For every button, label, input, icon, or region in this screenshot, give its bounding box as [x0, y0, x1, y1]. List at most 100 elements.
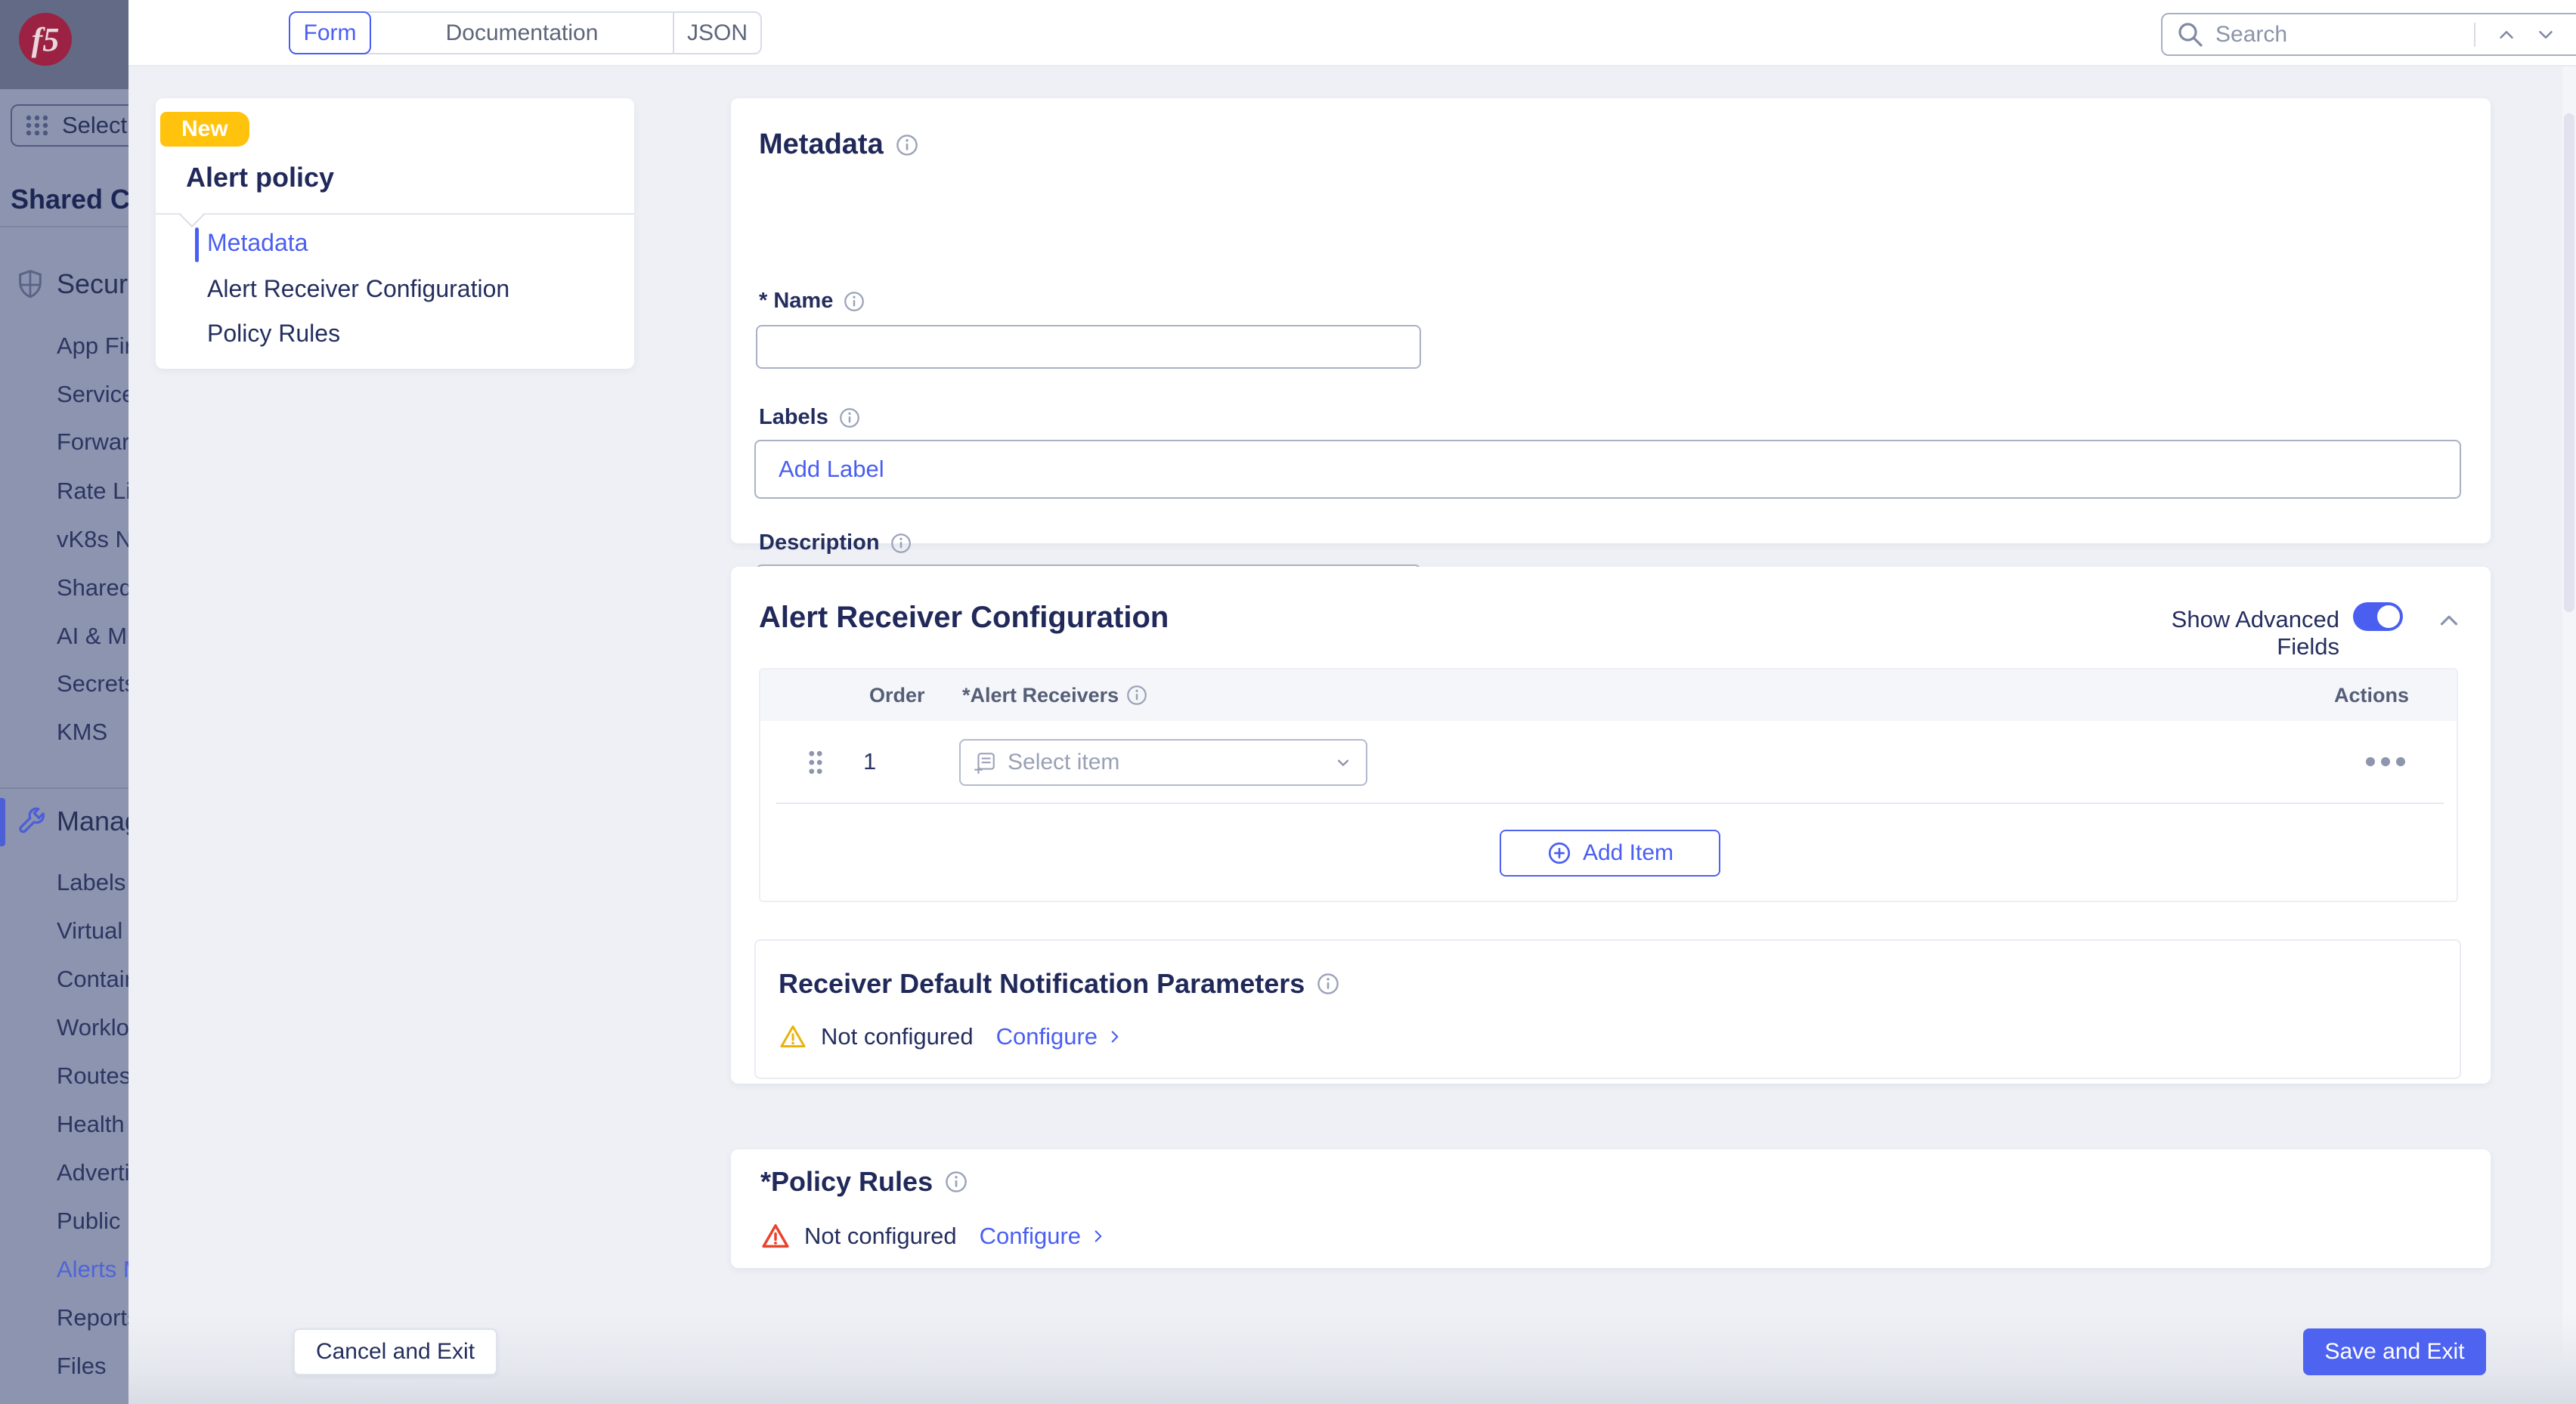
sidebar-section-manage[interactable]: Manag	[57, 806, 128, 837]
policy-rules-status: Not configured	[804, 1223, 957, 1250]
chevron-right-icon	[1105, 1027, 1125, 1047]
search-divider	[2474, 23, 2475, 47]
info-icon[interactable]	[890, 533, 912, 554]
sidebar-item-shared[interactable]: Shared	[57, 574, 128, 601]
drag-handle-icon[interactable]	[806, 748, 825, 777]
modal-top-bar: Form Documentation JSON	[128, 0, 2576, 66]
shield-icon	[15, 268, 45, 302]
sidebar-item-ai-ml[interactable]: AI & ML	[57, 623, 128, 650]
sidebar-item-service[interactable]: Service	[57, 381, 128, 408]
policy-rules-section: *Policy Rules Not configured Configure	[731, 1149, 2491, 1268]
order-column-header: Order	[869, 670, 925, 721]
search-close-icon[interactable]	[2569, 19, 2576, 51]
scrollbar-thumb[interactable]	[2564, 113, 2574, 612]
error-icon	[760, 1221, 791, 1251]
tab-form[interactable]: Form	[289, 11, 371, 54]
search-input[interactable]	[2214, 21, 2459, 48]
receiver-defaults-card: Receiver Default Notification Parameters…	[754, 939, 2461, 1079]
wizard-step-alert-receiver-configuration[interactable]: Alert Receiver Configuration	[207, 275, 509, 303]
sidebar-item-forwarding[interactable]: Forwar	[57, 428, 128, 456]
chevron-right-icon	[1088, 1226, 1108, 1246]
row-order-value: 1	[863, 748, 876, 775]
logo-block: f5	[0, 0, 128, 89]
view-tabs: Form Documentation JSON	[289, 11, 762, 54]
labels-box: Add Label	[754, 440, 2461, 499]
wizard-nav-card: New Alert policy Metadata Alert Receiver…	[156, 98, 634, 369]
search-prev-icon[interactable]	[2491, 19, 2522, 51]
f5-logo-icon[interactable]: f5	[19, 13, 72, 66]
sidebar-item-vk8s[interactable]: vK8s N	[57, 526, 128, 553]
info-icon[interactable]	[1317, 973, 1339, 995]
policy-rules-title: *Policy Rules	[760, 1166, 933, 1198]
info-icon[interactable]	[844, 291, 865, 312]
receivers-table-header: Order *Alert Receivers Actions	[760, 670, 2457, 721]
collapse-section-icon[interactable]	[2435, 606, 2463, 639]
row-actions-menu-icon[interactable]	[2361, 754, 2410, 769]
sidebar-divider	[0, 226, 128, 227]
configure-link-label: Configure	[996, 1023, 1098, 1050]
alert-receivers-column-header: *Alert Receivers	[962, 684, 1119, 707]
metadata-section: Metadata * Name Labels Add Label Descrip…	[731, 98, 2491, 543]
sidebar-item-advertise[interactable]: Adverti	[57, 1159, 128, 1186]
name-label: * Name	[759, 289, 833, 314]
tab-documentation[interactable]: Documentation	[371, 13, 674, 53]
f5-logo-text: f5	[32, 20, 60, 59]
show-advanced-fields-toggle[interactable]	[2353, 602, 2403, 631]
sidebar-item-virtual[interactable]: Virtual	[57, 917, 122, 945]
active-section-indicator	[0, 798, 5, 846]
configure-link-label: Configure	[980, 1223, 1081, 1250]
search-next-icon[interactable]	[2530, 19, 2562, 51]
tab-json[interactable]: JSON	[674, 13, 760, 53]
warning-icon	[779, 1022, 807, 1051]
sidebar-item-public-ip[interactable]: Public I	[57, 1208, 128, 1235]
sidebar-item-routes[interactable]: Routes	[57, 1062, 128, 1090]
receiver-defaults-configure-link[interactable]: Configure	[996, 1023, 1125, 1050]
sidebar-item-app-firewall[interactable]: App Fir	[57, 332, 128, 360]
sidebar-item-secrets[interactable]: Secrets	[57, 670, 128, 697]
save-and-exit-button[interactable]: Save and Exit	[2303, 1328, 2486, 1375]
sidebar-divider	[0, 787, 128, 789]
chevron-down-icon	[1333, 752, 1354, 773]
alert-receiver-select[interactable]: Select item	[959, 739, 1367, 786]
sidebar-item-reports[interactable]: Reports	[57, 1304, 128, 1331]
alert-policy-create-page: f5 Select Shared C Securi App Fir Servic…	[0, 0, 2576, 1404]
select-item-icon	[973, 750, 997, 775]
add-item-label: Add Item	[1583, 840, 1673, 866]
add-item-button[interactable]: Add Item	[1500, 830, 1720, 877]
info-icon[interactable]	[839, 407, 860, 428]
alert-receiver-configuration-section: Alert Receiver Configuration Show Advanc…	[731, 567, 2491, 1084]
info-icon[interactable]	[945, 1171, 968, 1193]
wizard-step-policy-rules[interactable]: Policy Rules	[207, 320, 340, 348]
add-label-button[interactable]: Add Label	[769, 456, 884, 483]
actions-column-header: Actions	[2334, 670, 2409, 721]
wizard-notch	[179, 202, 205, 227]
plus-circle-icon	[1547, 840, 1572, 866]
sidebar-item-kms[interactable]: KMS	[57, 719, 107, 746]
info-icon[interactable]	[896, 134, 918, 156]
workspace-title: Shared C	[11, 184, 128, 215]
sidebar-item-rate-limiting[interactable]: Rate Li	[57, 478, 128, 505]
cancel-and-exit-button[interactable]: Cancel and Exit	[293, 1328, 497, 1375]
toggle-knob	[2377, 605, 2400, 628]
wizard-divider	[156, 213, 634, 215]
sidebar-item-containers[interactable]: Contain	[57, 966, 128, 993]
sidebar-section-security[interactable]: Securi	[57, 268, 128, 300]
receivers-table: Order *Alert Receivers Actions 1 Select …	[759, 668, 2458, 902]
sidebar-item-alerts-management[interactable]: Alerts M	[57, 1256, 128, 1283]
sidebar-item-labels[interactable]: Labels	[57, 869, 125, 896]
sidebar-item-files[interactable]: Files	[57, 1353, 106, 1380]
search-icon	[2175, 19, 2206, 51]
row-divider	[776, 803, 2444, 804]
namespace-select-label: Select	[62, 112, 127, 139]
sidebar: f5 Select Shared C Securi App Fir Servic…	[0, 0, 128, 1404]
sidebar-item-health[interactable]: Health	[57, 1111, 125, 1138]
info-icon[interactable]	[1126, 685, 1147, 706]
policy-rules-configure-link[interactable]: Configure	[980, 1223, 1108, 1250]
new-badge: New	[160, 112, 249, 147]
name-input[interactable]	[756, 325, 1421, 369]
labels-label: Labels	[759, 405, 828, 430]
namespace-select-button[interactable]: Select	[11, 104, 128, 147]
description-label: Description	[759, 530, 880, 555]
sidebar-item-workloads[interactable]: Workloa	[57, 1014, 128, 1041]
wizard-step-metadata[interactable]: Metadata	[207, 229, 308, 257]
